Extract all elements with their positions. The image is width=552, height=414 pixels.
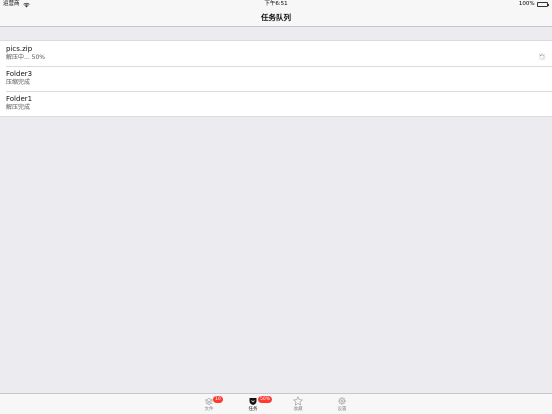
task-row-folder1[interactable]: Folder1 解压完成 — [0, 91, 552, 116]
status-time: 下午6:51 — [264, 1, 288, 7]
tab-label: 任务 — [248, 407, 258, 412]
navigation-bar: 任务队列 — [0, 9, 552, 27]
tasks-icon — [249, 398, 257, 405]
status-bar: 运营商 下午6:51 100% — [0, 0, 552, 9]
task-name: Folder1 — [6, 95, 33, 103]
battery-percent: 100% — [518, 1, 535, 7]
tab-settings[interactable]: 设置 — [324, 394, 360, 414]
tab-label: 文件 — [204, 407, 214, 412]
task-status: 解压完成 — [6, 104, 31, 111]
tab-files[interactable]: 10 文件 — [191, 394, 227, 414]
tab-label: 收藏 — [293, 407, 303, 412]
task-name: pics.zip — [6, 45, 33, 53]
tab-label: 设置 — [337, 407, 347, 412]
task-status: 压缩完成 — [6, 79, 31, 86]
tab-favorites[interactable]: 收藏 — [280, 394, 316, 414]
tab-bar: 10 文件 50% 任务 收藏 设置 — [0, 393, 552, 414]
page-title: 任务队列 — [261, 13, 291, 22]
task-list: pics.zip 解压中... 50% Folder3 压缩完成 Folder1… — [0, 40, 552, 117]
tab-tasks[interactable]: 50% 任务 — [235, 394, 273, 414]
star-icon — [293, 396, 303, 406]
task-status: 解压中... 50% — [6, 54, 45, 61]
battery-icon — [536, 2, 549, 7]
task-row-pics-zip[interactable]: pics.zip 解压中... 50% — [0, 41, 552, 66]
spinner-icon — [538, 53, 546, 61]
files-badge: 10 — [213, 396, 223, 403]
task-name: Folder3 — [6, 70, 33, 78]
status-right: 100% — [519, 0, 549, 9]
gear-icon — [338, 397, 346, 405]
task-row-folder3[interactable]: Folder3 压缩完成 — [0, 66, 552, 91]
tasks-badge: 50% — [258, 396, 273, 403]
